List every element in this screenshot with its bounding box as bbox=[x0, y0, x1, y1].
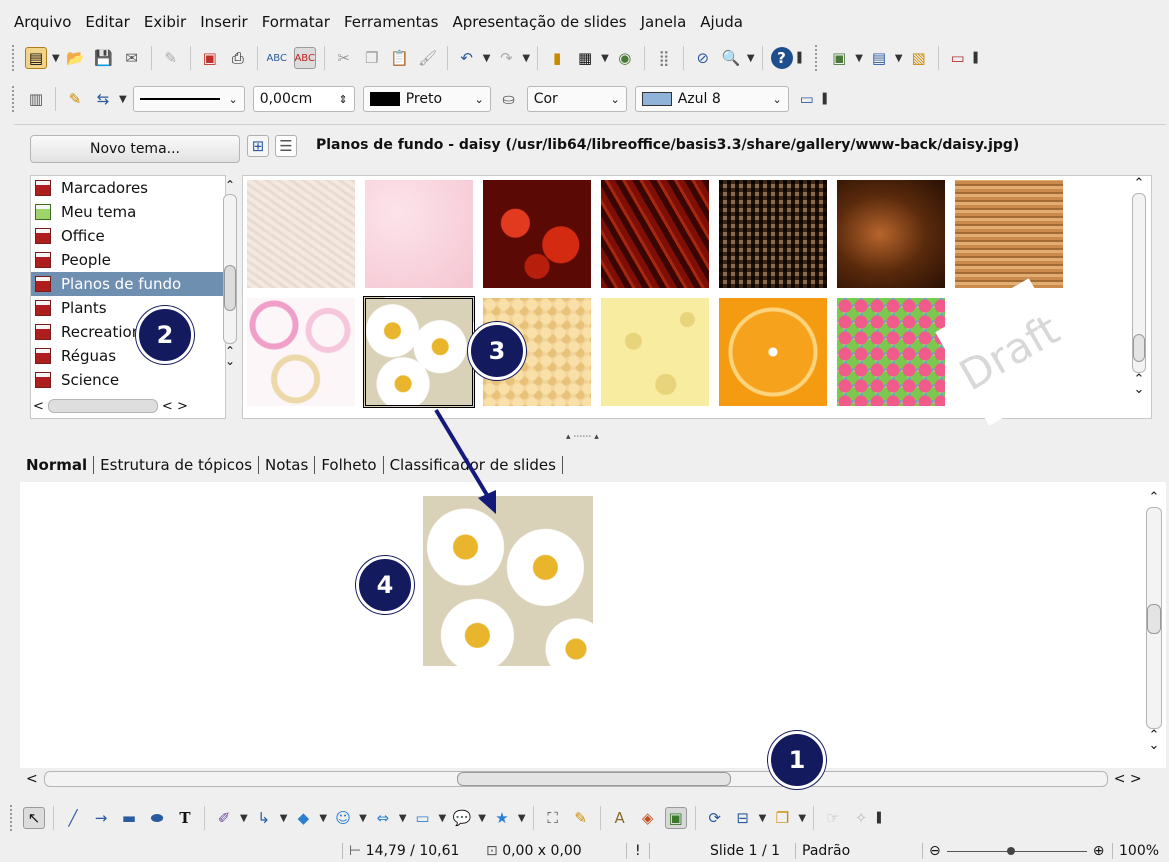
annotation-arrow bbox=[434, 408, 496, 514]
callout-4: 4 bbox=[356, 556, 414, 614]
callout-1: 1 bbox=[768, 731, 826, 789]
callout-2: 2 bbox=[136, 306, 194, 364]
callout-3: 3 bbox=[468, 322, 526, 380]
